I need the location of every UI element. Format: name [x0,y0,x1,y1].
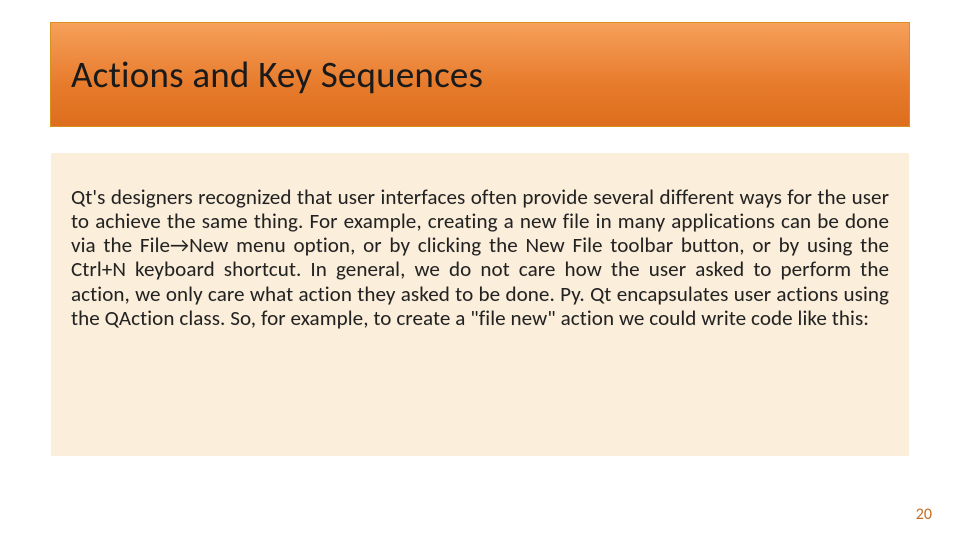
page-number: 20 [916,505,932,524]
title-bar: Actions and Key Sequences [50,22,910,127]
slide-body-text: Qt's designers recognized that user inte… [71,185,889,330]
body-panel: Qt's designers recognized that user inte… [50,152,910,457]
slide-title: Actions and Key Sequences [71,52,483,97]
